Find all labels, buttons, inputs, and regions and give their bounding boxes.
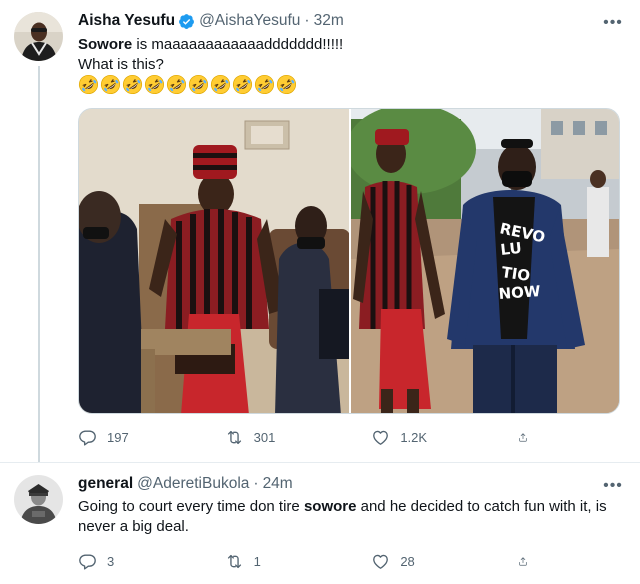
more-horizontal-icon[interactable]: ••• xyxy=(602,475,624,497)
avatar[interactable] xyxy=(14,12,63,61)
share-button[interactable] xyxy=(518,428,538,447)
like-count: 28 xyxy=(400,554,415,569)
tweet-media[interactable]: REVO LU TIO NOW xyxy=(78,108,620,414)
rolling-on-the-floor-laughing-icon xyxy=(166,74,187,95)
heart-icon xyxy=(373,430,389,445)
author-handle[interactable]: @AishaYesufu xyxy=(199,12,300,30)
reply-button[interactable]: 3 xyxy=(78,552,188,571)
heart-icon xyxy=(373,554,389,569)
separator-dot: · xyxy=(253,475,259,492)
retweet-count: 301 xyxy=(253,430,276,445)
rolling-on-the-floor-laughing-icon xyxy=(210,74,231,95)
tweet-actions: 197 301 1.2K xyxy=(78,428,538,447)
like-count: 1.2K xyxy=(400,430,428,445)
tweet-text-rest: is maaaaaaaaaaaaddddddd!!!!! xyxy=(132,36,344,53)
shirt-text-2: LU xyxy=(500,239,523,259)
rolling-on-the-floor-laughing-icon xyxy=(144,74,165,95)
tweet-header: general @AderetiBukola · 24m xyxy=(78,475,293,493)
tweet-actions: 3 1 28 xyxy=(78,552,538,571)
share-icon xyxy=(519,557,527,566)
reply-button[interactable]: 197 xyxy=(78,428,188,447)
rolling-on-the-floor-laughing-icon xyxy=(188,74,209,95)
reply-icon xyxy=(79,430,96,446)
tweet-text-before: Going to court every time don tire xyxy=(78,498,304,515)
rolling-on-the-floor-laughing-icon xyxy=(254,74,275,95)
retweet-button[interactable]: 1 xyxy=(225,552,335,571)
like-button[interactable]: 28 xyxy=(371,552,481,571)
separator-dot: · xyxy=(304,12,310,29)
rolling-on-the-floor-laughing-icon xyxy=(122,74,143,95)
avatar[interactable] xyxy=(14,475,63,524)
rolling-on-the-floor-laughing-icon xyxy=(232,74,253,95)
more-horizontal-icon[interactable]: ••• xyxy=(602,12,624,34)
timestamp[interactable]: 32m xyxy=(314,12,344,30)
author-handle[interactable]: @AderetiBukola xyxy=(137,475,249,493)
tweet-general[interactable]: general @AderetiBukola · 24m ••• Going t… xyxy=(0,462,640,584)
reply-count: 197 xyxy=(107,430,129,445)
rolling-on-the-floor-laughing-icon xyxy=(78,74,99,95)
share-icon xyxy=(519,433,527,442)
share-button[interactable] xyxy=(518,552,538,571)
photo-right[interactable]: REVO LU TIO NOW xyxy=(351,109,619,413)
tweet-header: Aisha Yesufu @AishaYesufu · 32m xyxy=(78,12,344,30)
shirt-text-4: NOW xyxy=(498,282,541,303)
tweet-text-bold: Sowore xyxy=(78,36,133,53)
retweet-icon xyxy=(227,430,241,445)
rolling-on-the-floor-laughing-icon xyxy=(276,74,297,95)
reply-icon xyxy=(79,554,96,570)
retweet-count: 1 xyxy=(253,554,261,569)
thread-line xyxy=(38,66,40,462)
author-name[interactable]: Aisha Yesufu xyxy=(78,12,175,30)
tweet-text-line2: What is this? xyxy=(78,56,164,73)
tweet-text: Going to court every time don tire sowor… xyxy=(78,497,623,537)
like-button[interactable]: 1.2K xyxy=(371,428,481,447)
author-name[interactable]: general xyxy=(78,475,133,493)
emoji-row xyxy=(78,74,297,95)
verified-badge-icon xyxy=(179,13,194,29)
timestamp[interactable]: 24m xyxy=(263,475,293,493)
tweet-text: Sowore is maaaaaaaaaaaaddddddd!!!!! xyxy=(78,35,343,55)
rolling-on-the-floor-laughing-icon xyxy=(100,74,121,95)
tweet-aisha-yesufu[interactable]: Aisha Yesufu @AishaYesufu · 32m ••• Sowo… xyxy=(0,0,640,462)
reply-count: 3 xyxy=(107,554,115,569)
retweet-icon xyxy=(227,554,241,569)
photo-left[interactable] xyxy=(79,109,349,413)
tweet-text-bold: sowore xyxy=(303,498,357,515)
retweet-button[interactable]: 301 xyxy=(225,428,335,447)
